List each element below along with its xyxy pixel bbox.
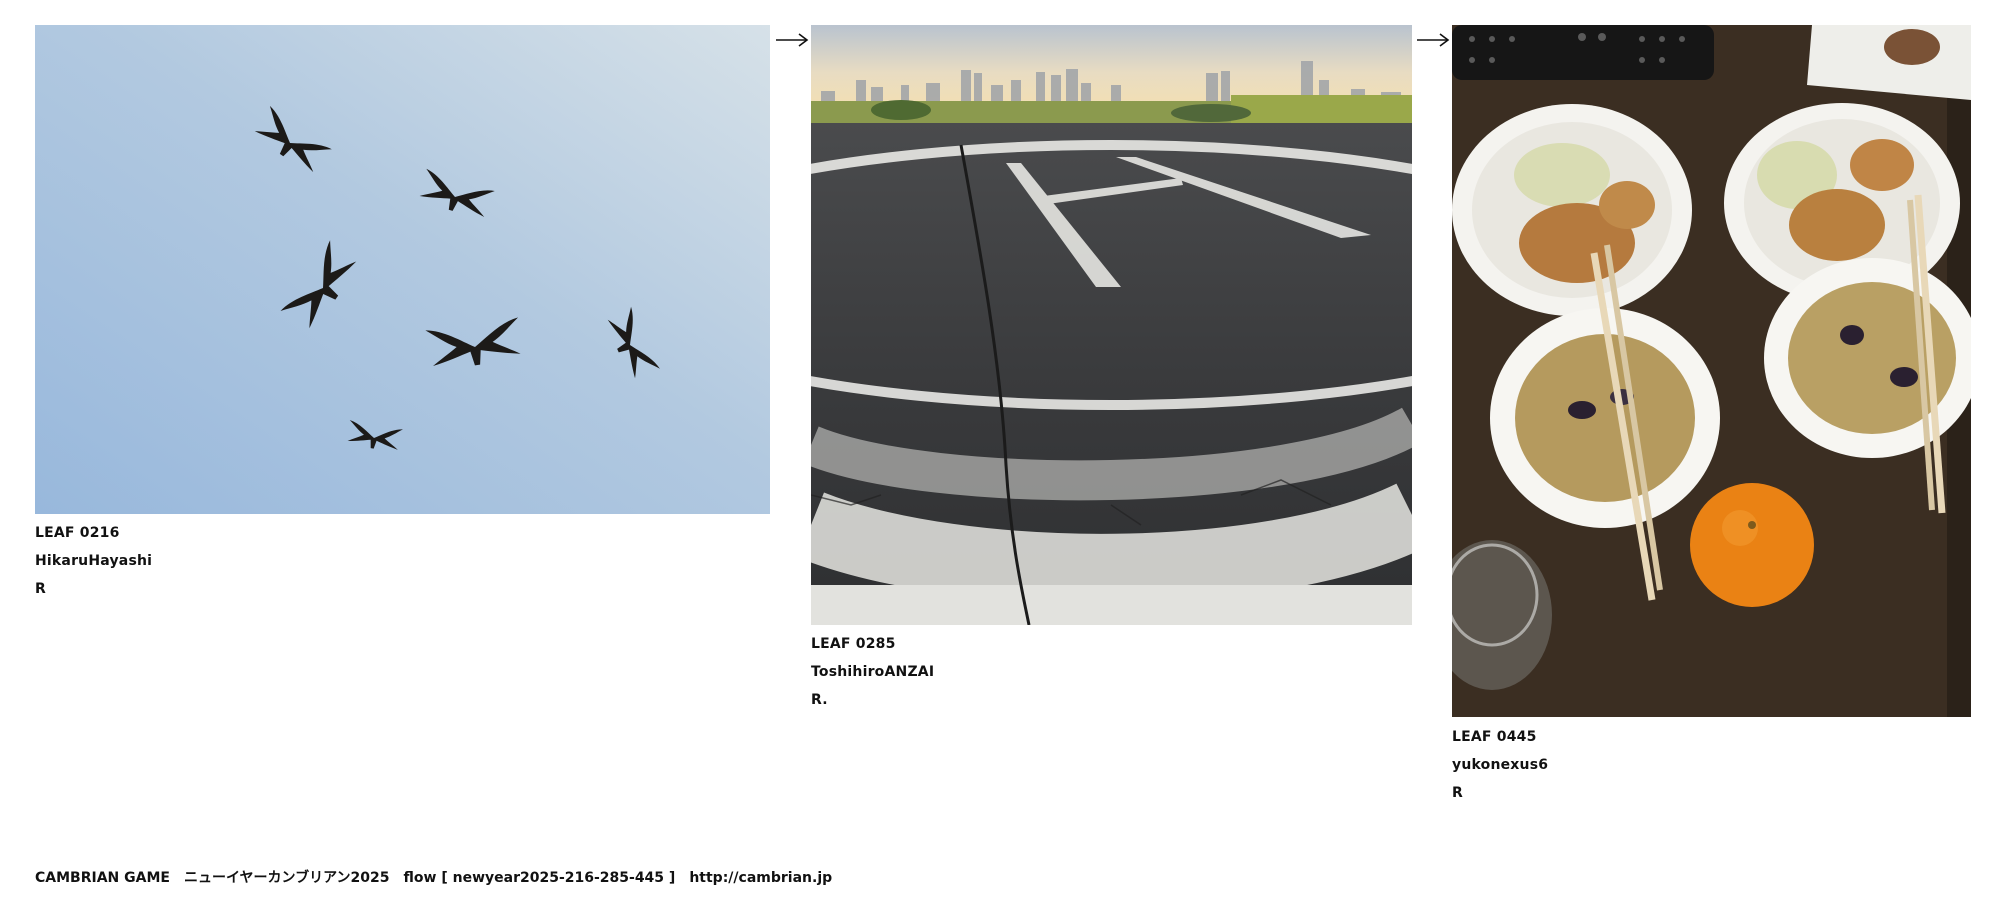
- footer: CAMBRIAN GAME ニューイヤーカンブリアン2025 flow [ newy…: [35, 867, 846, 887]
- leaf-id: LEAF 0216: [35, 525, 120, 541]
- arrow-right-icon: [776, 33, 809, 47]
- leaf-mark[interactable]: R: [35, 581, 46, 597]
- leaf-author[interactable]: yukonexus6: [1452, 757, 1548, 773]
- footer-flow: flow [ newyear2025-216-285-445 ]: [403, 870, 676, 886]
- leaf-id: LEAF 0285: [811, 636, 896, 652]
- footer-title: ニューイヤーカンブリアン2025: [183, 870, 390, 886]
- leaf-author[interactable]: ToshihiroANZAI: [811, 664, 934, 680]
- leaf-id: LEAF 0445: [1452, 729, 1537, 745]
- leaf-0285-photo[interactable]: [811, 25, 1412, 625]
- leaf-0216-photo[interactable]: [35, 25, 770, 514]
- leaf-mark[interactable]: R: [1452, 785, 1463, 801]
- leaf-author[interactable]: HikaruHayashi: [35, 553, 152, 569]
- leaf-mark[interactable]: R.: [811, 692, 828, 708]
- arrow-right-icon: [1417, 33, 1450, 47]
- footer-brand: CAMBRIAN GAME: [35, 870, 170, 886]
- leaf-0445-photo[interactable]: [1452, 25, 1971, 717]
- footer-url-link[interactable]: http://cambrian.jp: [689, 870, 832, 886]
